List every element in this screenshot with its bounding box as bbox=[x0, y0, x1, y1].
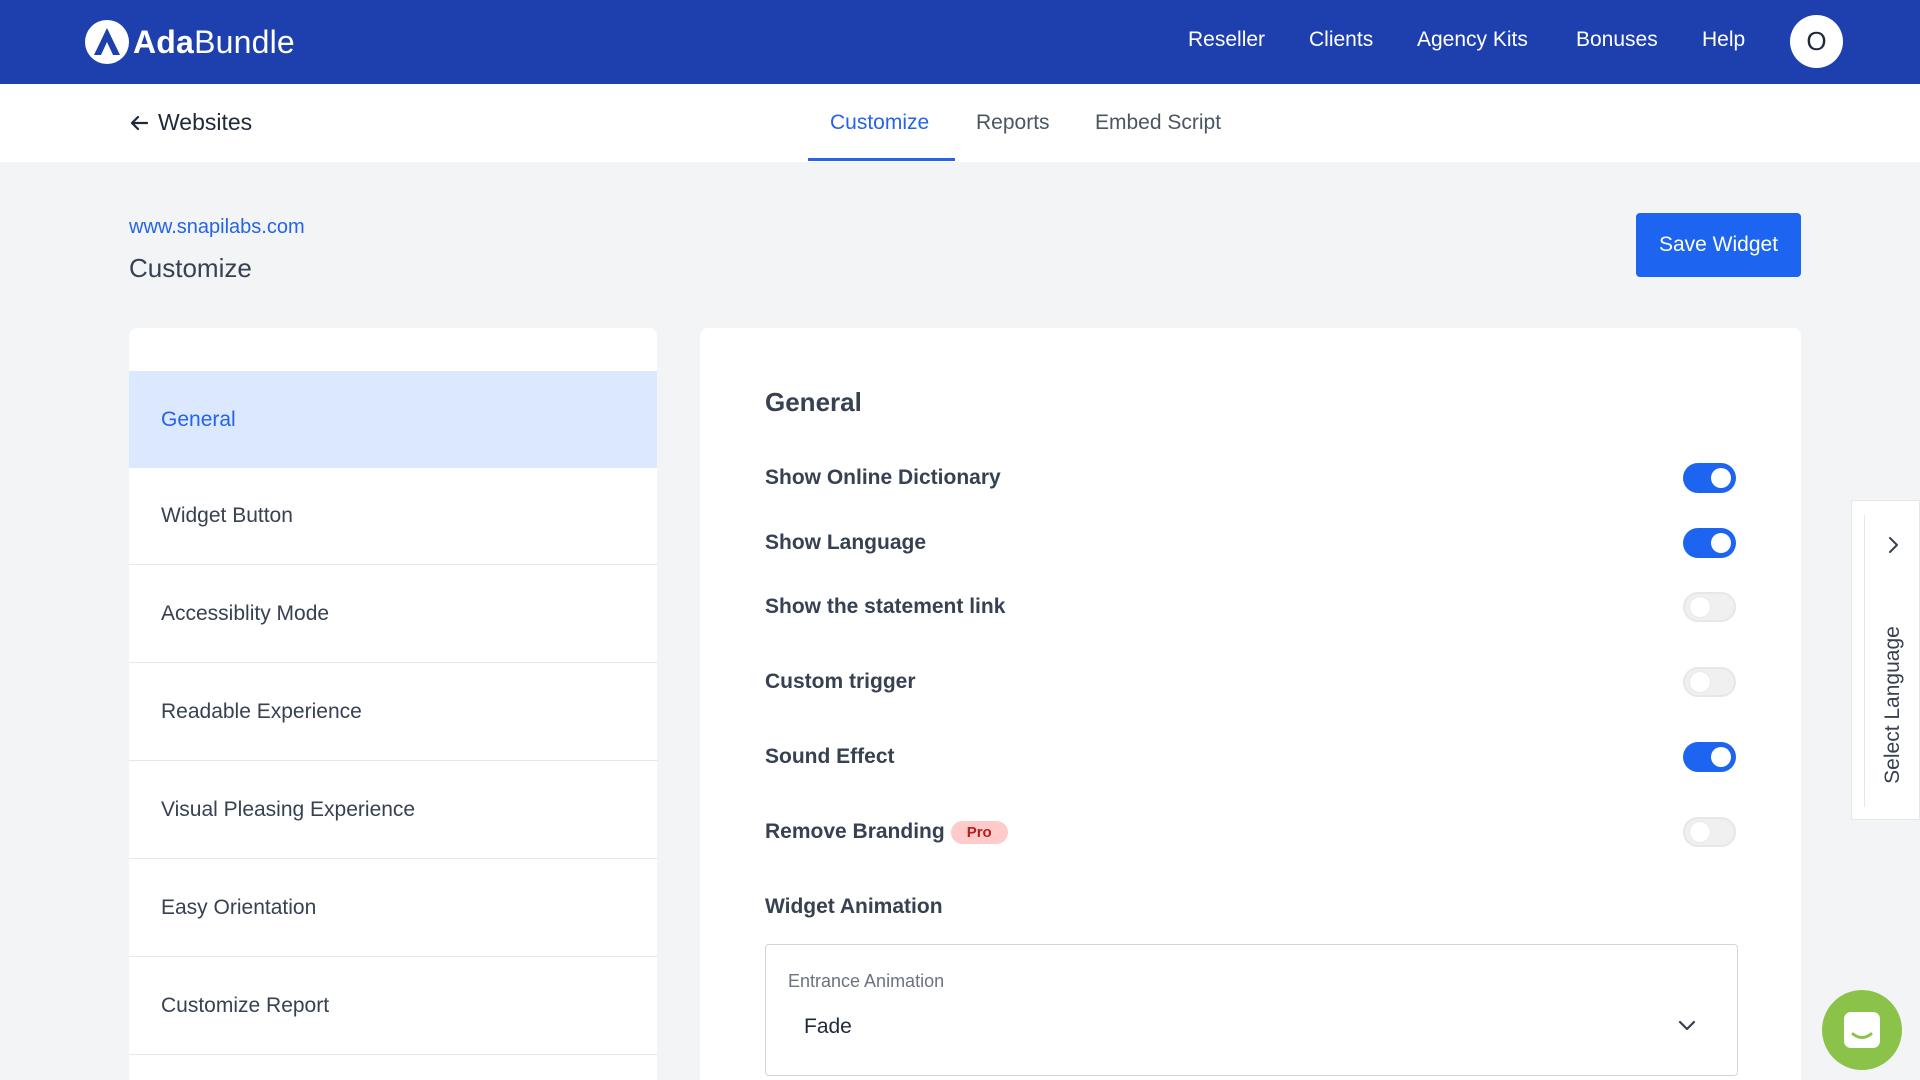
chevron-right-icon[interactable] bbox=[1887, 535, 1901, 555]
user-avatar[interactable]: O bbox=[1790, 15, 1843, 68]
toggle-statement-link[interactable] bbox=[1683, 592, 1736, 622]
toggle-sound-effect[interactable] bbox=[1683, 742, 1736, 772]
setting-label-online-dictionary: Show Online Dictionary bbox=[765, 466, 1001, 489]
back-label: Websites bbox=[158, 109, 253, 135]
widget-animation-heading: Widget Animation bbox=[765, 895, 943, 918]
toggle-custom-trigger[interactable] bbox=[1683, 667, 1736, 697]
setting-label-remove-branding: Remove Branding bbox=[765, 820, 945, 843]
menu-item-visual-pleasing-experience[interactable]: Visual Pleasing Experience bbox=[129, 762, 657, 859]
toggle-knob bbox=[1690, 597, 1710, 617]
active-tab-indicator bbox=[808, 158, 955, 161]
toggle-knob bbox=[1690, 672, 1710, 692]
entrance-animation-select[interactable]: Entrance Animation Fade bbox=[765, 944, 1738, 1076]
nav-clients[interactable]: Clients bbox=[1309, 28, 1373, 52]
nav-reseller[interactable]: Reseller bbox=[1188, 28, 1265, 52]
brand-name: AdaBundle bbox=[133, 23, 295, 60]
nav-bonuses[interactable]: Bonuses bbox=[1576, 28, 1658, 52]
toggle-knob bbox=[1711, 533, 1731, 553]
chat-button[interactable] bbox=[1822, 990, 1902, 1070]
top-navbar: AdaBundle Reseller Clients Agency Kits B… bbox=[0, 0, 1920, 84]
select-caption: Entrance Animation bbox=[788, 971, 945, 991]
toggle-knob bbox=[1711, 747, 1731, 767]
menu-item-accessibility-mode[interactable]: Accessiblity Mode bbox=[129, 566, 657, 663]
page-title: Customize bbox=[129, 253, 252, 283]
tab-reports[interactable]: Reports bbox=[976, 111, 1050, 135]
section-title: General bbox=[765, 387, 862, 417]
menu-item-general[interactable]: General bbox=[129, 371, 657, 468]
logo-icon bbox=[85, 20, 129, 64]
setting-label-sound-effect: Sound Effect bbox=[765, 745, 895, 768]
language-drawer-inner: Select Language bbox=[1864, 515, 1920, 807]
back-to-websites-link[interactable]: Websites bbox=[128, 109, 252, 136]
arrow-left-icon bbox=[130, 115, 149, 130]
menu-item-customize-report[interactable]: Customize Report bbox=[129, 958, 657, 1055]
select-language-label[interactable]: Select Language bbox=[1881, 626, 1905, 784]
save-widget-button[interactable]: Save Widget bbox=[1636, 213, 1801, 277]
setting-label-show-language: Show Language bbox=[765, 531, 927, 554]
toggle-online-dictionary[interactable] bbox=[1683, 463, 1736, 493]
setting-remove-branding: Remove Branding Pro bbox=[765, 820, 1008, 844]
nav-agency-kits[interactable]: Agency Kits bbox=[1417, 28, 1528, 52]
toggle-show-language[interactable] bbox=[1683, 528, 1736, 558]
tab-embed-script[interactable]: Embed Script bbox=[1095, 111, 1221, 135]
chat-icon bbox=[1844, 1012, 1880, 1048]
menu-item-widget-button[interactable]: Widget Button bbox=[129, 468, 657, 565]
menu-item-easy-orientation[interactable]: Easy Orientation bbox=[129, 860, 657, 957]
settings-menu: General Widget Button Accessiblity Mode … bbox=[129, 328, 657, 1080]
general-settings-panel: General Show Online Dictionary Show Lang… bbox=[700, 328, 1801, 1080]
brand-logo[interactable]: AdaBundle bbox=[85, 20, 295, 64]
menu-item-readable-experience[interactable]: Readable Experience bbox=[129, 664, 657, 761]
site-url-link[interactable]: www.snapilabs.com bbox=[129, 216, 305, 239]
setting-label-statement-link: Show the statement link bbox=[765, 595, 1006, 618]
setting-label-custom-trigger: Custom trigger bbox=[765, 670, 916, 693]
select-value: Fade bbox=[804, 1015, 852, 1038]
sub-navbar: Websites Customize Reports Embed Script bbox=[0, 84, 1920, 162]
tab-customize[interactable]: Customize bbox=[830, 111, 929, 135]
chevron-down-icon bbox=[1678, 1020, 1696, 1031]
pro-badge: Pro bbox=[950, 820, 1008, 844]
language-drawer: Select Language bbox=[1851, 500, 1920, 820]
nav-help[interactable]: Help bbox=[1702, 28, 1745, 52]
toggle-knob bbox=[1711, 468, 1731, 488]
toggle-knob bbox=[1690, 822, 1710, 842]
toggle-remove-branding[interactable] bbox=[1683, 817, 1736, 847]
